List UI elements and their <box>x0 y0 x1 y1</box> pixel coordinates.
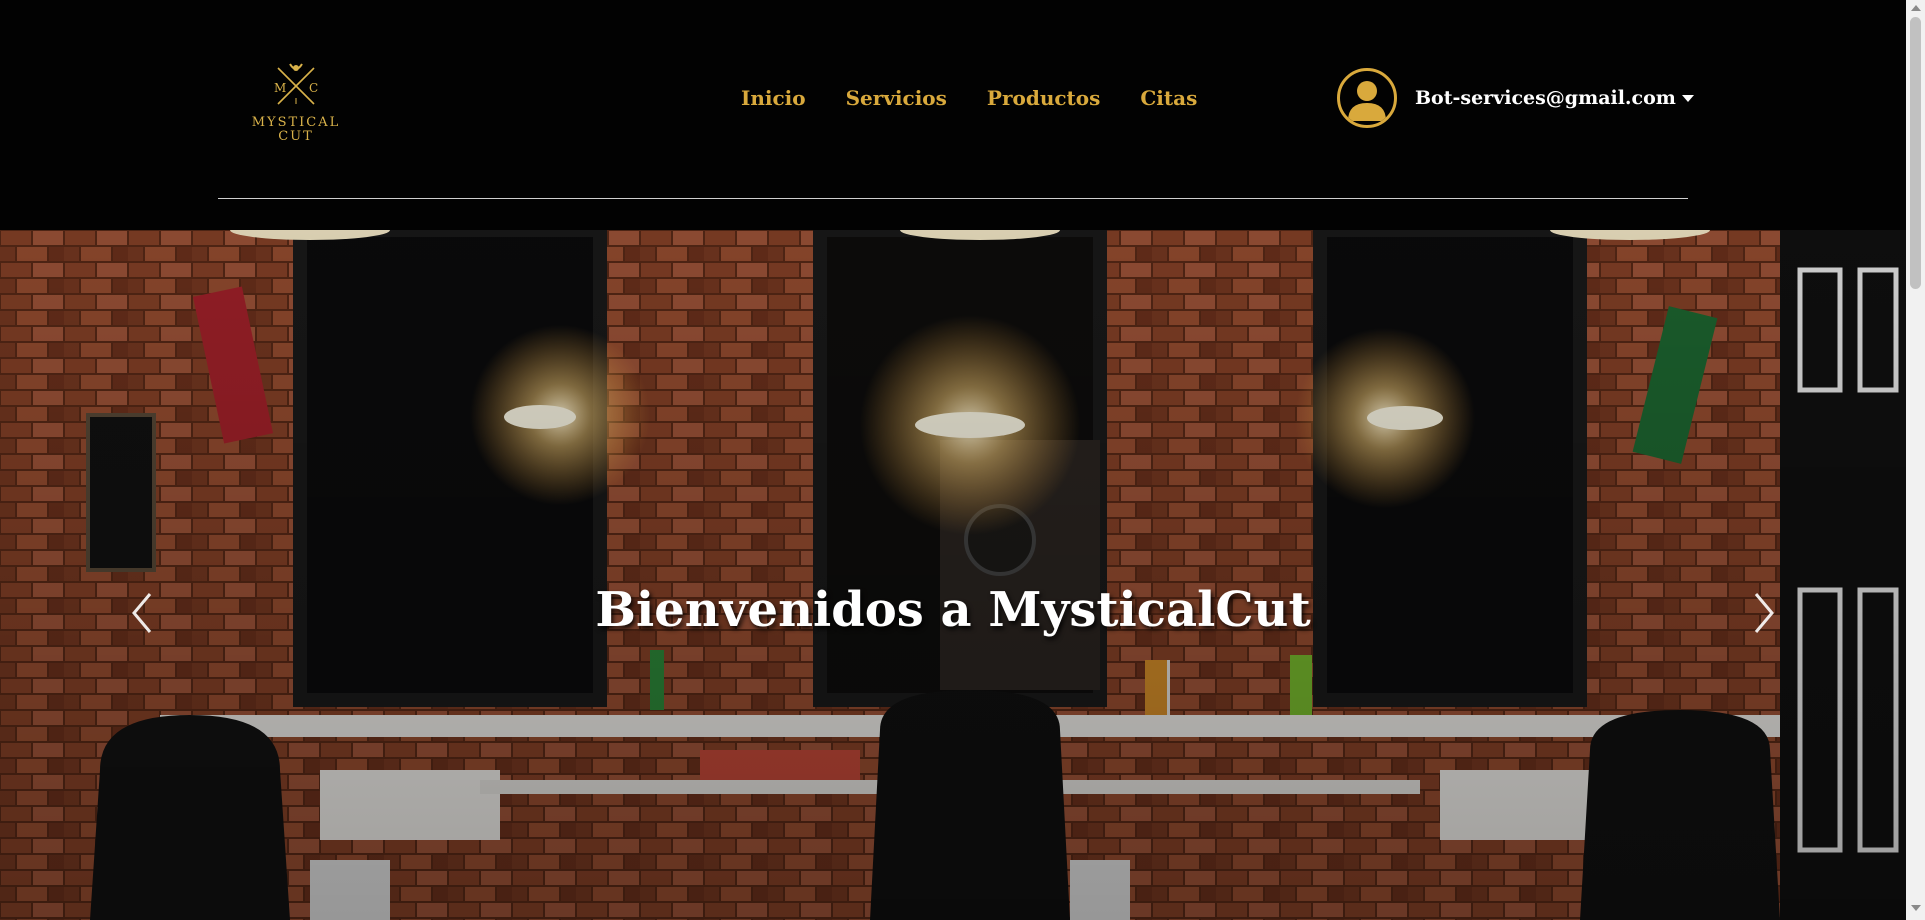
scissors-logo-icon: M C <box>274 63 318 105</box>
hero-title: Bienvenidos a MysticalCut <box>595 582 1311 638</box>
logo-initial-left: M <box>274 81 286 95</box>
main-nav: Inicio Servicios Productos Citas <box>741 86 1197 110</box>
user-email[interactable]: Bot-services@gmail.com <box>1415 87 1676 109</box>
scroll-down-arrow-icon[interactable] <box>1911 905 1921 911</box>
caret-down-icon[interactable] <box>1681 94 1694 102</box>
chevron-right-icon <box>1754 593 1774 633</box>
site-header: M C MYSTICAL CUT Inicio Servicios Produc… <box>0 0 1906 230</box>
user-circle-icon[interactable] <box>1337 68 1397 128</box>
nav-link-inicio[interactable]: Inicio <box>741 86 806 110</box>
logo-initial-right: C <box>309 81 318 95</box>
logo-line-1: MYSTICAL <box>251 115 341 130</box>
nav-link-servicios[interactable]: Servicios <box>846 86 947 110</box>
nav-link-citas[interactable]: Citas <box>1140 86 1197 110</box>
logo-wordmark: MYSTICAL CUT <box>248 116 344 144</box>
brand-logo[interactable]: M C MYSTICAL CUT <box>248 60 344 144</box>
hero-barbershop-image <box>0 230 1906 920</box>
page-scrollbar[interactable] <box>1906 0 1925 920</box>
scrollbar-thumb[interactable] <box>1910 17 1921 289</box>
scroll-up-arrow-icon[interactable] <box>1911 5 1921 11</box>
user-menu[interactable]: Bot-services@gmail.com <box>1337 68 1694 128</box>
logo-line-2: CUT <box>278 129 314 144</box>
nav-link-productos[interactable]: Productos <box>987 86 1100 110</box>
carousel-next-button[interactable] <box>1748 588 1778 638</box>
header-divider <box>218 198 1688 199</box>
hero-carousel: Bienvenidos a MysticalCut <box>0 230 1906 920</box>
